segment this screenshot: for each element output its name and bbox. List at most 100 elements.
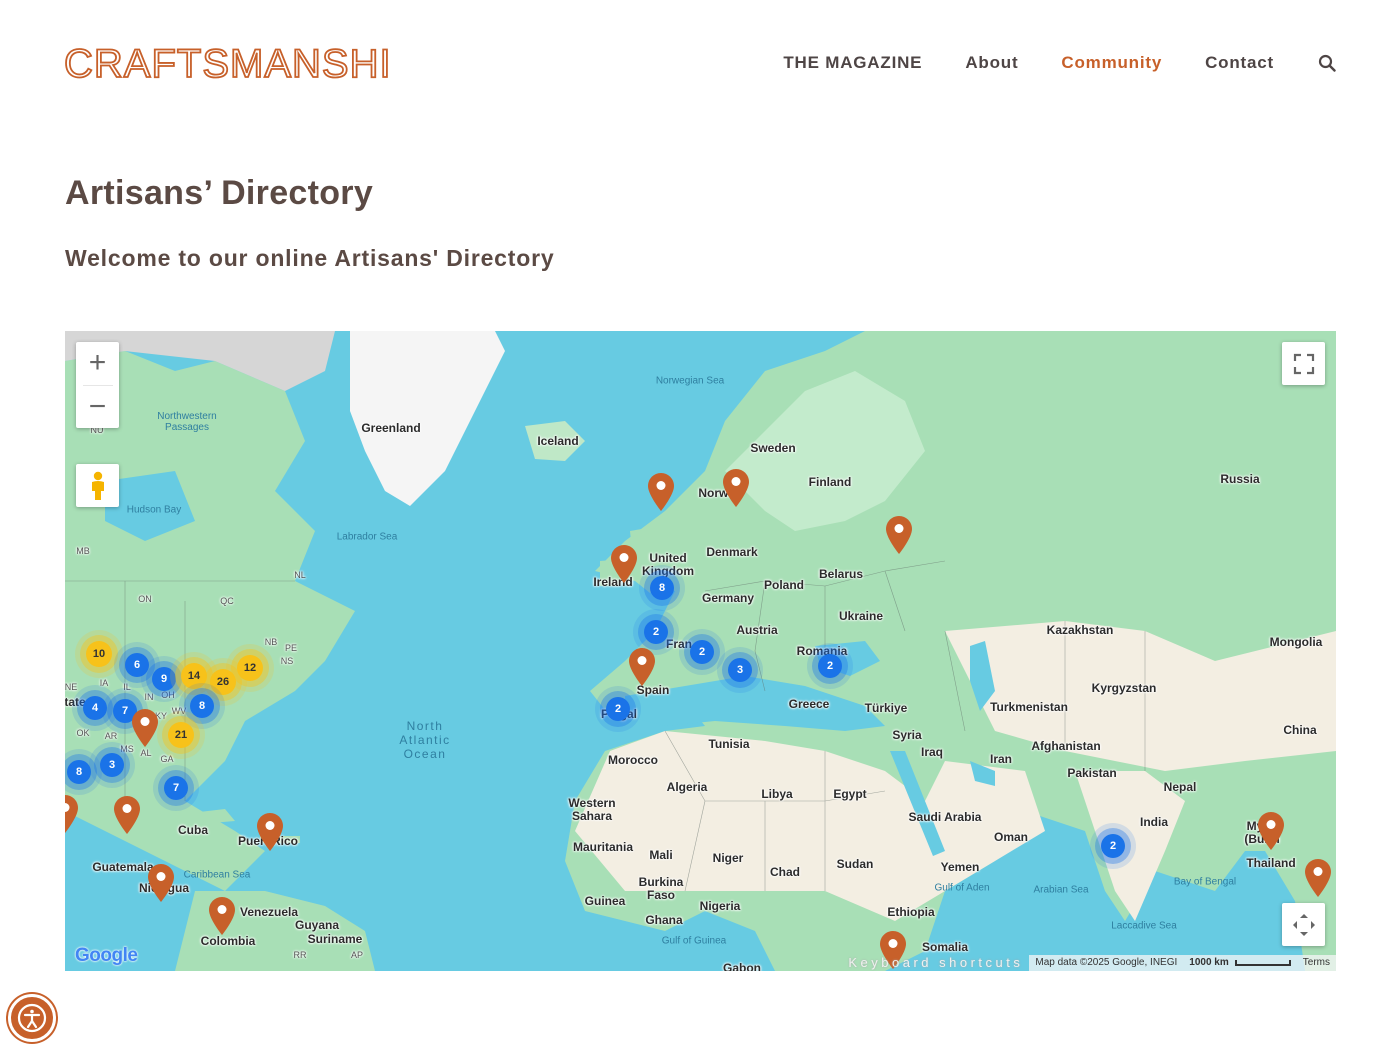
label-labrador-sea: Labrador Sea xyxy=(336,531,398,543)
artisans-map[interactable]: Greenland Iceland Norwegian Sea Sweden F… xyxy=(65,331,1336,971)
cluster-marker[interactable]: 2 xyxy=(1101,834,1125,858)
nav-item-about[interactable]: About xyxy=(965,50,1018,76)
camera-control-icon[interactable] xyxy=(1282,903,1325,946)
label-gulf-of-guinea: Gulf of Guinea xyxy=(661,935,727,947)
label-pe: PE xyxy=(284,643,298,653)
label-china: China xyxy=(1283,723,1317,737)
label-yemen: Yemen xyxy=(940,860,980,874)
cluster-marker[interactable]: 9 xyxy=(152,667,176,691)
nav-item-community[interactable]: Community xyxy=(1061,50,1162,76)
zoom-out-button[interactable]: − xyxy=(76,385,119,428)
label-turkiye: Türkiye xyxy=(864,701,908,715)
accessibility-icon[interactable] xyxy=(8,994,56,1042)
label-nb: NB xyxy=(264,637,278,647)
nav-item-magazine[interactable]: THE MAGAZINE xyxy=(783,50,922,76)
label-oh: OH xyxy=(161,690,175,700)
label-ethiopia: Ethiopia xyxy=(887,905,935,919)
label-austria: Austria xyxy=(736,623,778,637)
label-north-atlantic-ocean: North Atlantic Ocean xyxy=(399,719,451,761)
label-hudson-bay: Hudson Bay xyxy=(126,504,182,516)
label-il: IL xyxy=(123,682,131,692)
cluster-marker[interactable]: 3 xyxy=(728,658,752,682)
label-kyrgyzstan: Kyrgyzstan xyxy=(1091,681,1157,695)
artisan-pin[interactable] xyxy=(148,864,174,902)
label-mongolia: Mongolia xyxy=(1269,635,1323,649)
label-egypt: Egypt xyxy=(833,787,867,801)
label-nigeria: Nigeria xyxy=(699,899,741,913)
artisan-pin[interactable] xyxy=(257,813,283,851)
scale-label: 1000 km xyxy=(1189,957,1229,968)
cluster-marker[interactable]: 2 xyxy=(644,620,668,644)
label-bay-of-bengal: Bay of Bengal xyxy=(1173,876,1237,888)
cluster-marker[interactable]: 7 xyxy=(164,776,188,800)
cluster-marker[interactable]: 10 xyxy=(86,641,112,667)
cluster-marker[interactable]: 2 xyxy=(690,640,714,664)
nav-item-contact[interactable]: Contact xyxy=(1205,50,1274,76)
cluster-marker[interactable]: 12 xyxy=(237,655,263,681)
artisan-pin[interactable] xyxy=(114,796,140,834)
cluster-marker[interactable]: 14 xyxy=(181,663,207,689)
label-arabian-sea: Arabian Sea xyxy=(1033,884,1089,896)
terms-link[interactable]: Terms xyxy=(1296,955,1336,971)
artisan-pin[interactable] xyxy=(132,709,158,747)
label-iraq: Iraq xyxy=(920,745,944,759)
cluster-marker[interactable]: 2 xyxy=(818,654,842,678)
label-ok: OK xyxy=(76,728,90,738)
label-saudi-arabia: Saudi Arabia xyxy=(908,810,982,824)
scale-bar[interactable]: 1000 km xyxy=(1183,955,1297,971)
label-laccadive-sea: Laccadive Sea xyxy=(1111,920,1177,932)
label-chad: Chad xyxy=(770,865,800,879)
cluster-marker[interactable]: 8 xyxy=(67,760,91,784)
label-india: India xyxy=(1139,815,1169,829)
label-guyana: Guyana xyxy=(294,918,340,932)
label-qc: QC xyxy=(220,596,234,606)
street-view-pegman-icon[interactable] xyxy=(76,464,119,507)
artisan-pin[interactable] xyxy=(1258,812,1284,850)
label-nepal: Nepal xyxy=(1163,780,1197,794)
label-mb: MB xyxy=(76,546,90,556)
cluster-marker[interactable]: 8 xyxy=(650,576,674,600)
label-guatemala: Guatemala xyxy=(92,860,154,874)
label-caribbean-sea: Caribbean Sea xyxy=(183,869,251,881)
artisan-pin[interactable] xyxy=(65,795,78,833)
label-sudan: Sudan xyxy=(836,857,874,871)
site-logo[interactable]: CRAFTSMANSHIP xyxy=(64,40,389,84)
artisan-pin[interactable] xyxy=(886,516,912,554)
cluster-marker[interactable]: 2 xyxy=(606,697,630,721)
google-logo: Google xyxy=(75,945,138,966)
label-somalia: Somalia xyxy=(921,940,969,954)
fullscreen-icon[interactable] xyxy=(1282,342,1325,385)
label-colombia: Colombia xyxy=(200,934,256,948)
cluster-marker[interactable]: 21 xyxy=(168,722,194,748)
label-mali: Mali xyxy=(649,848,673,862)
artisan-pin[interactable] xyxy=(648,473,674,511)
label-gulf-of-aden: Gulf of Aden xyxy=(934,882,990,894)
zoom-in-button[interactable]: + xyxy=(76,342,119,385)
artisan-pin[interactable] xyxy=(611,545,637,583)
artisan-pin[interactable] xyxy=(723,469,749,507)
label-ap: AP xyxy=(350,950,364,960)
artisan-pin[interactable] xyxy=(209,897,235,935)
label-wv: WV xyxy=(171,706,187,716)
cluster-marker[interactable]: 8 xyxy=(190,694,214,718)
search-icon[interactable] xyxy=(1318,54,1336,72)
cluster-marker[interactable]: 3 xyxy=(100,753,124,777)
label-france: Fran xyxy=(665,637,693,651)
label-libya: Libya xyxy=(761,787,793,801)
label-norwegian-sea: Norwegian Sea xyxy=(655,375,725,387)
label-nl: NL xyxy=(294,570,306,580)
label-ns: NS xyxy=(280,656,294,666)
label-tunisia: Tunisia xyxy=(708,737,750,751)
label-algeria: Algeria xyxy=(666,780,708,794)
label-guinea: Guinea xyxy=(584,894,626,908)
artisan-pin[interactable] xyxy=(629,648,655,686)
keyboard-shortcuts-link[interactable]: Keyboard shortcuts xyxy=(842,955,1029,971)
label-greenland: Greenland xyxy=(361,421,421,435)
label-poland: Poland xyxy=(763,578,805,592)
label-in: IN xyxy=(144,692,154,702)
cluster-marker[interactable]: 4 xyxy=(83,696,107,720)
cluster-marker[interactable]: 6 xyxy=(125,653,149,677)
artisan-pin[interactable] xyxy=(1305,859,1331,897)
map-attribution: Keyboard shortcuts Map data ©2025 Google… xyxy=(842,955,1336,971)
cluster-marker[interactable]: 26 xyxy=(210,669,236,695)
